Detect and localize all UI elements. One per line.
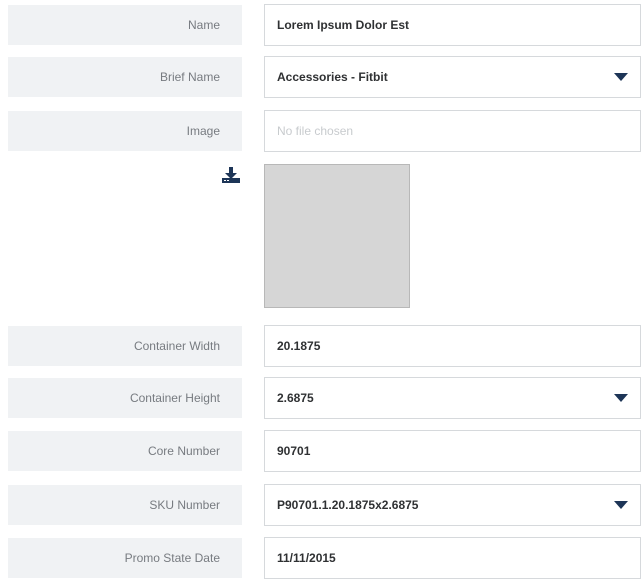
- promo-state-date-value: 11/11/2015: [277, 551, 336, 565]
- brief-name-select[interactable]: Accessories - Fitbit: [264, 56, 641, 98]
- name-label: Name: [8, 5, 242, 45]
- container-width-input[interactable]: 20.1875: [264, 325, 641, 367]
- brief-name-row: Brief Name Accessories - Fitbit: [0, 56, 643, 98]
- container-width-row: Container Width 20.1875: [0, 325, 643, 367]
- name-input[interactable]: Lorem Ipsum Dolor Est: [264, 4, 641, 46]
- promo-state-date-label: Promo State Date: [8, 538, 242, 578]
- image-file-placeholder: No file chosen: [277, 124, 354, 138]
- container-width-value: 20.1875: [277, 339, 321, 353]
- core-number-input[interactable]: 90701: [264, 430, 641, 472]
- sku-number-row: SKU Number P90701.1.20.1875x2.6875: [0, 484, 643, 526]
- sku-number-label: SKU Number: [8, 485, 242, 525]
- image-label: Image: [8, 111, 242, 151]
- core-number-value: 90701: [277, 444, 311, 458]
- image-row: Image No file chosen: [0, 110, 643, 152]
- name-row: Name Lorem Ipsum Dolor Est: [0, 4, 643, 46]
- chevron-down-icon: [614, 394, 628, 402]
- container-width-label: Container Width: [8, 326, 242, 366]
- container-height-label: Container Height: [8, 378, 242, 418]
- sku-number-value: P90701.1.20.1875x2.6875: [277, 498, 419, 512]
- core-number-label: Core Number: [8, 431, 242, 471]
- image-file-input[interactable]: No file chosen: [264, 110, 641, 152]
- chevron-down-icon: [614, 73, 628, 81]
- promo-state-date-input[interactable]: 11/11/2015: [264, 537, 641, 579]
- core-number-row: Core Number 90701: [0, 430, 643, 472]
- brief-name-value: Accessories - Fitbit: [277, 70, 388, 84]
- download-icon[interactable]: [221, 166, 241, 184]
- container-height-value: 2.6875: [277, 391, 314, 405]
- chevron-down-icon: [614, 501, 628, 509]
- promo-state-date-row: Promo State Date 11/11/2015: [0, 537, 643, 579]
- name-value: Lorem Ipsum Dolor Est: [277, 18, 410, 32]
- image-preview: [264, 164, 410, 308]
- sku-number-select[interactable]: P90701.1.20.1875x2.6875: [264, 484, 641, 526]
- container-height-select[interactable]: 2.6875: [264, 377, 641, 419]
- container-height-row: Container Height 2.6875: [0, 377, 643, 419]
- brief-name-label: Brief Name: [8, 57, 242, 97]
